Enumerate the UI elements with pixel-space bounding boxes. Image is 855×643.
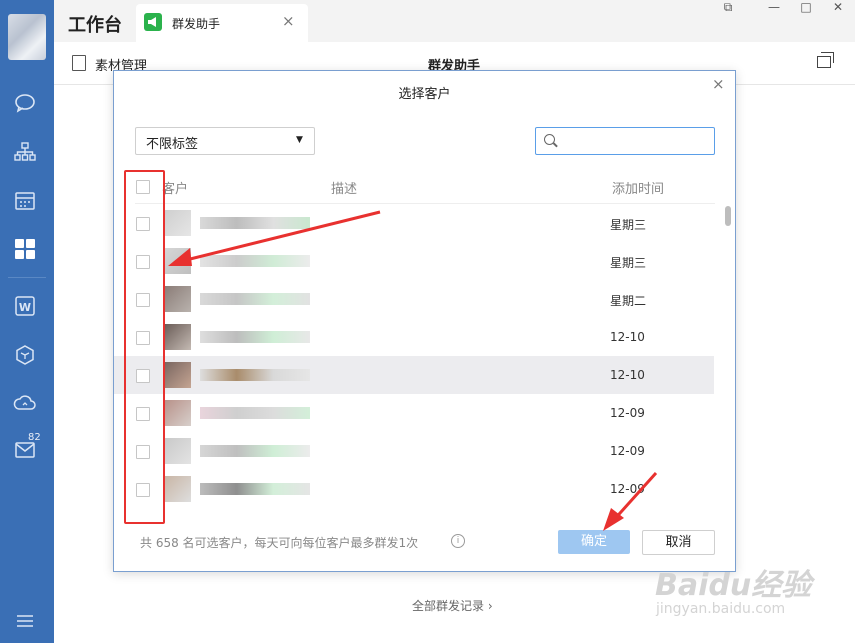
annotation-arrows xyxy=(168,210,658,531)
baidu-watermark: Baidu经验 xyxy=(655,568,812,603)
watermark-url: jingyan.baidu.com xyxy=(656,601,786,617)
